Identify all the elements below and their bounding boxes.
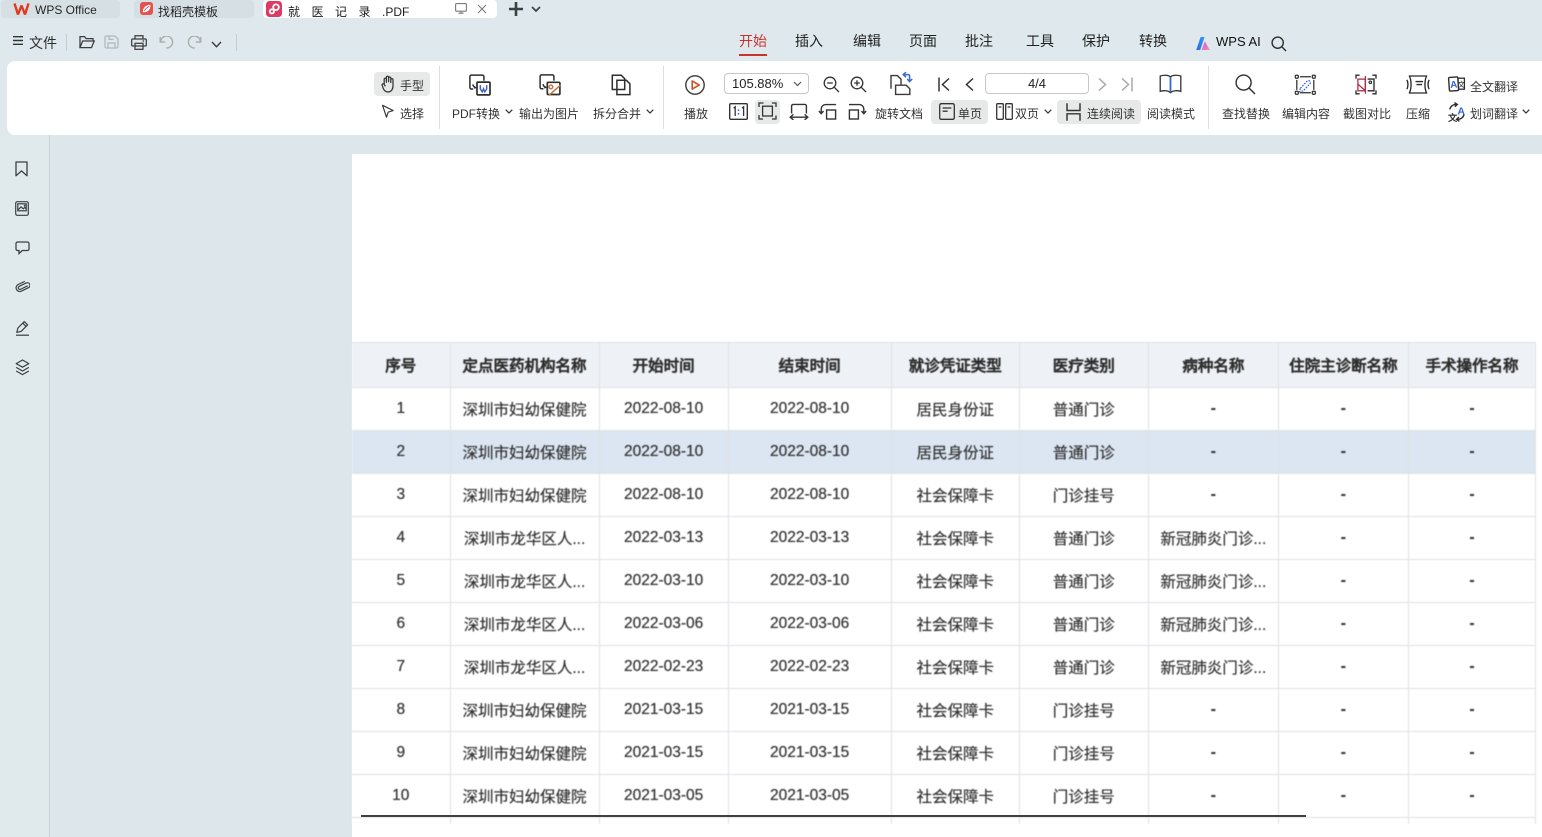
svg-text:A: A	[1457, 106, 1465, 118]
svg-text:A: A	[1450, 80, 1458, 91]
